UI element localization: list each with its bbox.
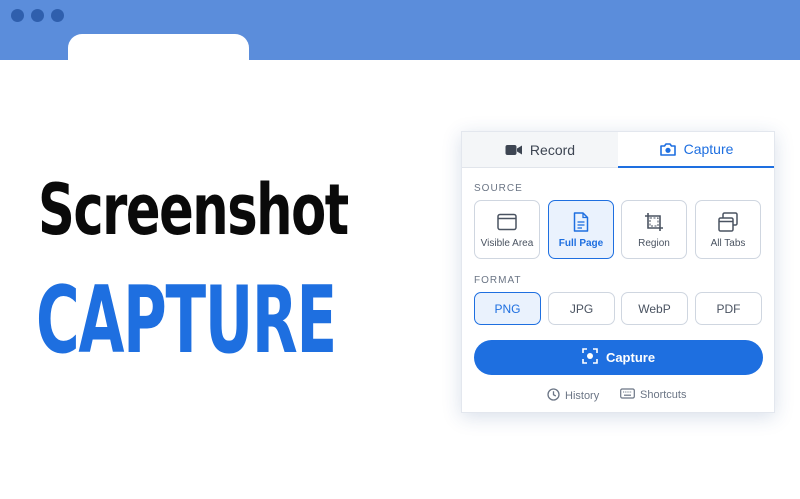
history-link-label: History: [565, 390, 600, 402]
format-png-button[interactable]: PNG: [474, 292, 541, 325]
window-close-dot[interactable]: [11, 9, 24, 22]
source-region-label: Region: [638, 238, 670, 249]
tab-record-label: Record: [529, 141, 576, 158]
tab-record[interactable]: Record: [462, 132, 618, 168]
window-maximize-dot[interactable]: [51, 9, 64, 22]
capture-target-icon: [582, 348, 598, 367]
browser-tab[interactable]: [68, 34, 249, 61]
crop-region-icon: [643, 211, 665, 233]
shortcuts-link[interactable]: Shortcuts: [620, 388, 686, 402]
window-minimize-dot[interactable]: [31, 9, 44, 22]
mode-tabs: Record Capture: [462, 132, 774, 168]
format-jpg-button[interactable]: JPG: [548, 292, 615, 325]
tab-capture-label: Capture: [683, 141, 734, 157]
extension-popup: Record Capture SOURCE Visible Area Full …: [461, 131, 775, 413]
format-section-label: FORMAT: [474, 275, 522, 286]
video-camera-icon: [505, 143, 523, 157]
source-visible-area[interactable]: Visible Area: [474, 200, 540, 259]
format-pdf-button[interactable]: PDF: [695, 292, 762, 325]
shortcuts-link-label: Shortcuts: [640, 389, 687, 401]
format-webp-button[interactable]: WebP: [621, 292, 688, 325]
source-visible-area-label: Visible Area: [480, 238, 534, 249]
hero-title: Screenshot: [38, 169, 349, 251]
camera-icon: [659, 142, 677, 156]
hero-subtitle: CAPTURE: [36, 266, 337, 374]
document-icon: [570, 211, 592, 233]
stacked-tabs-icon: [717, 211, 739, 233]
source-all-tabs[interactable]: All Tabs: [695, 200, 761, 259]
source-full-page[interactable]: Full Page: [548, 200, 614, 259]
browser-window-icon: [496, 211, 518, 233]
source-section-label: SOURCE: [474, 183, 523, 194]
tab-capture[interactable]: Capture: [618, 132, 774, 168]
source-region[interactable]: Region: [621, 200, 687, 259]
source-full-page-label: Full Page: [558, 238, 604, 249]
clock-icon: [547, 388, 560, 404]
browser-top-bar: [0, 0, 800, 61]
source-all-tabs-label: All Tabs: [710, 238, 746, 249]
capture-button-label: Capture: [605, 350, 656, 365]
history-link[interactable]: History: [547, 388, 599, 404]
capture-button[interactable]: Capture: [474, 340, 763, 375]
keyboard-icon: [620, 388, 635, 402]
